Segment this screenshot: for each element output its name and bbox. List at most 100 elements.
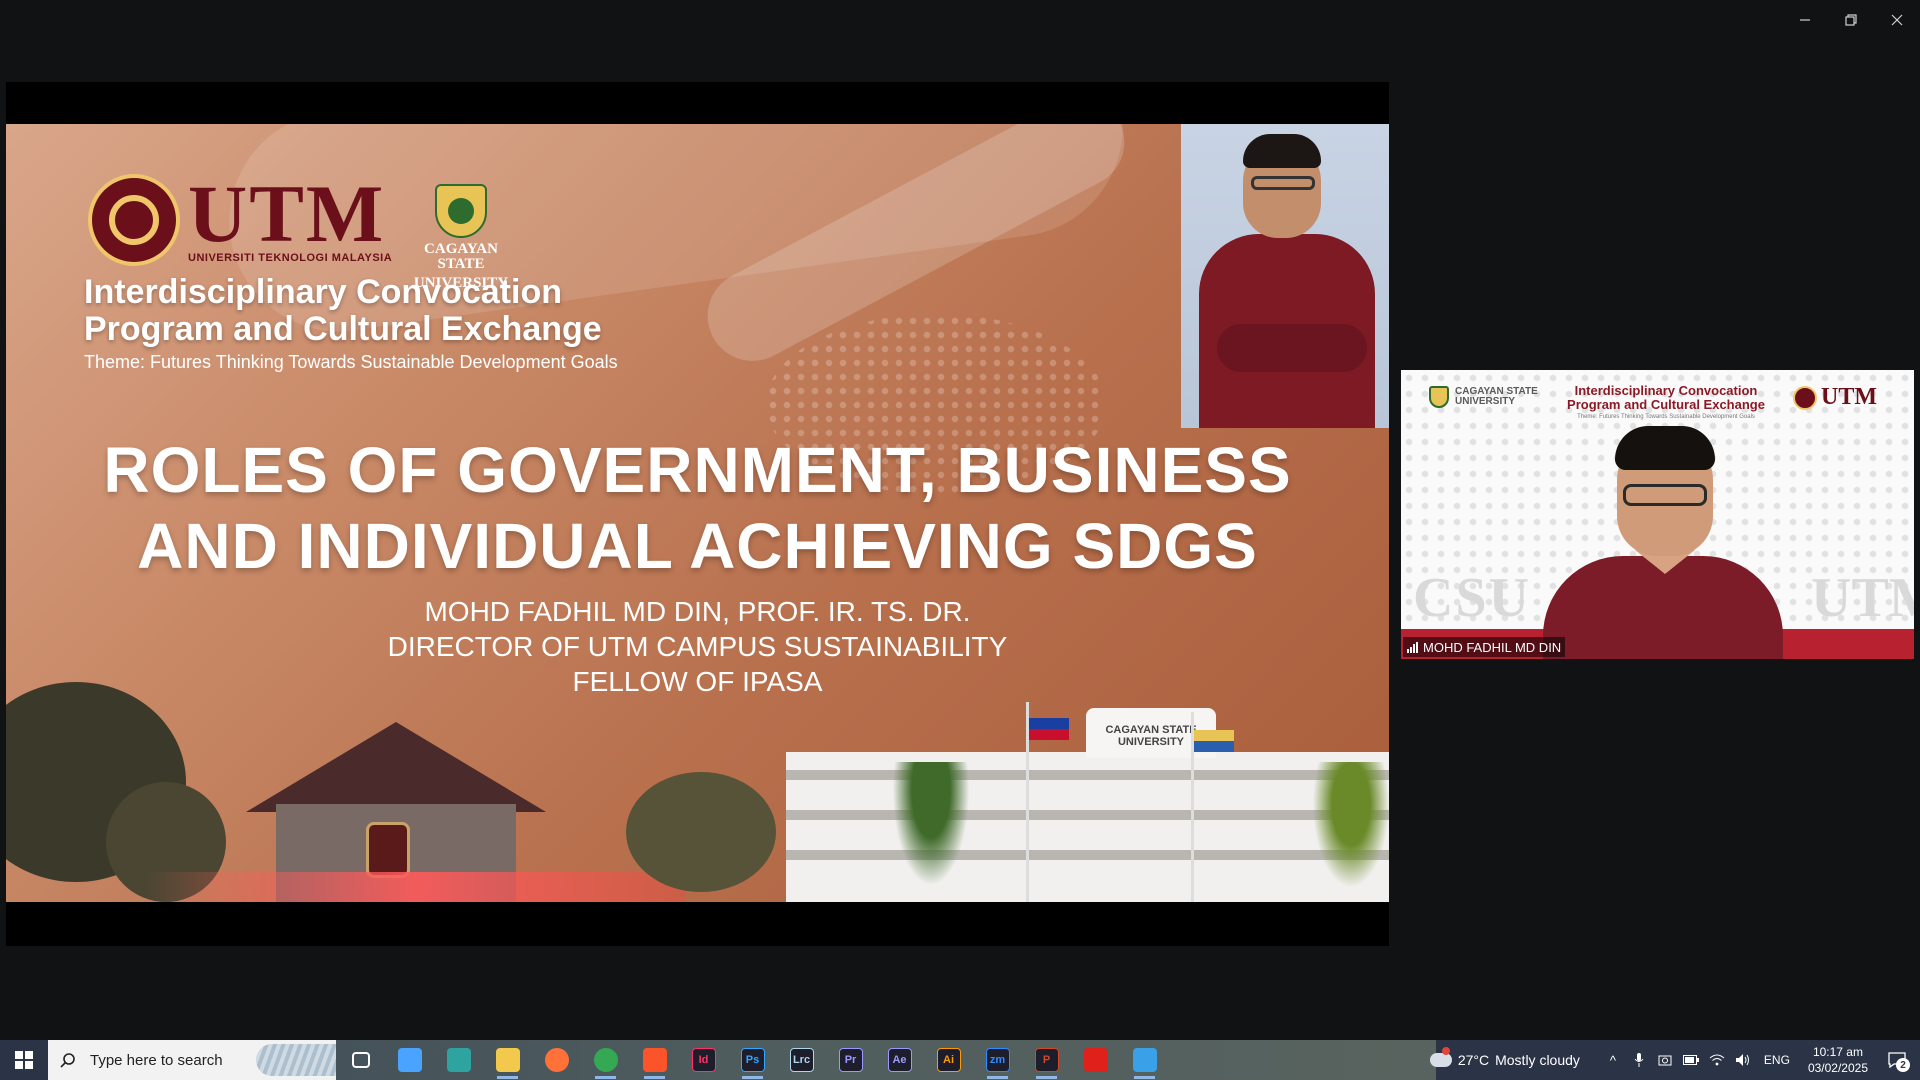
notification-count: 2 — [1896, 1058, 1910, 1072]
video-csu-line2: UNIVERSITY — [1455, 396, 1516, 407]
weather-widget[interactable]: 27°C Mostly cloudy — [1429, 1047, 1580, 1068]
university-flag — [1194, 730, 1234, 752]
indesign-icon: Id — [691, 1048, 716, 1072]
program-title: Interdisciplinary Convocation Program an… — [84, 274, 602, 348]
taskbar-app-photoshop[interactable]: Ps — [728, 1040, 777, 1080]
taskbar-app-firefox[interactable] — [532, 1040, 581, 1080]
start-button[interactable] — [0, 1040, 48, 1080]
close-icon — [1891, 14, 1903, 26]
taskbar-app-premiere-pro[interactable]: Pr — [826, 1040, 875, 1080]
firefox-icon — [544, 1048, 569, 1072]
volume-icon[interactable] — [1734, 1051, 1752, 1069]
photoshop-icon: Ps — [740, 1048, 765, 1072]
video-banner-subtitle: Theme: Futures Thinking Towards Sustaina… — [1577, 414, 1755, 420]
program-title-line1: Interdisciplinary Convocation — [84, 273, 562, 311]
shared-screen[interactable]: UTM UNIVERSITI TEKNOLOGI MALAYSIA CAGAYA… — [6, 82, 1389, 946]
utm-crest-icon — [1793, 385, 1817, 410]
clock-date: 03/02/2025 — [1807, 1061, 1868, 1075]
camera-icon[interactable] — [1656, 1051, 1674, 1069]
campus-buildings-image: CAGAYAN STATE UNIVERSITY — [6, 642, 1389, 902]
predator-sense-icon — [446, 1048, 471, 1072]
minimize-button[interactable] — [1782, 0, 1828, 40]
video-banner-title: Interdisciplinary Convocation Program an… — [1561, 384, 1771, 412]
search-highlight-image — [256, 1044, 336, 1076]
window-controls — [1782, 0, 1920, 40]
talk-title-line1: ROLES OF GOVERNMENT, BUSINESS — [103, 434, 1292, 506]
taskbar-app-predator-sense[interactable] — [434, 1040, 483, 1080]
notification-center-button[interactable]: 2 — [1882, 1045, 1912, 1075]
photos-icon — [1132, 1048, 1157, 1072]
speaker-photo — [1181, 124, 1389, 428]
system-tray: 27°C Mostly cloudy ^ ENG 10:17 am 03/02/… — [1429, 1040, 1920, 1080]
taskbar-app-powerpoint[interactable]: P — [1022, 1040, 1071, 1080]
video-title-line2: Program and Cultural Exchange — [1567, 397, 1765, 412]
watermark-right: UTM — [1811, 567, 1914, 629]
acrobat-icon — [1083, 1048, 1108, 1072]
task-view-icon — [351, 1052, 370, 1068]
taskbar-app-chrome[interactable] — [581, 1040, 630, 1080]
csu-building: CAGAYAN STATE UNIVERSITY — [786, 708, 1389, 902]
chrome-icon — [593, 1048, 618, 1072]
taskbar-app-task-view[interactable] — [336, 1040, 385, 1080]
video-title-line1: Interdisciplinary Convocation — [1574, 383, 1758, 398]
taskbar-apps: Id Ps Lrc Pr Ae Ai zm P — [336, 1040, 1169, 1080]
clock[interactable]: 10:17 am 03/02/2025 — [1808, 1044, 1868, 1076]
taskbar-app-file-explorer[interactable] — [483, 1040, 532, 1080]
participant-video[interactable]: CAGAYAN STATE UNIVERSITY Interdisciplina… — [1401, 370, 1914, 659]
weather-desc: Mostly cloudy — [1495, 1052, 1580, 1068]
zoom-icon: zm — [985, 1048, 1010, 1072]
participant-image — [1543, 426, 1783, 659]
taskbar-app-lightroom-classic[interactable]: Lrc — [777, 1040, 826, 1080]
search-placeholder: Type here to search — [90, 1051, 223, 1069]
signal-strength-icon — [1407, 641, 1418, 653]
clock-time: 10:17 am — [1812, 1045, 1863, 1059]
battery-icon[interactable] — [1682, 1051, 1700, 1069]
chevron-up-icon[interactable]: ^ — [1604, 1051, 1622, 1069]
after-effects-icon: Ae — [887, 1048, 912, 1072]
minimize-icon — [1800, 19, 1810, 21]
utm-crest-icon — [88, 174, 180, 266]
watermark-left: CSU — [1413, 567, 1532, 629]
csu-shield-icon — [1429, 386, 1449, 408]
taskbar-app-after-effects[interactable]: Ae — [875, 1040, 924, 1080]
utm-logo-subtext: UNIVERSITI TEKNOLOGI MALAYSIA — [188, 252, 393, 264]
restore-icon — [1845, 14, 1857, 26]
program-title-line2: Program and Cultural Exchange — [84, 310, 602, 348]
restore-button[interactable] — [1828, 0, 1874, 40]
video-csu-logo: CAGAYAN STATE UNIVERSITY — [1429, 386, 1538, 408]
philippine-flag — [1029, 718, 1069, 740]
talk-title: ROLES OF GOVERNMENT, BUSINESS AND INDIVI… — [6, 432, 1389, 584]
wifi-icon[interactable] — [1708, 1051, 1726, 1069]
taskbar-app-indesign[interactable]: Id — [679, 1040, 728, 1080]
participant-name: MOHD FADHIL MD DIN — [1423, 639, 1562, 655]
csu-logo-line1: CAGAYAN STATE — [424, 241, 498, 272]
copilot-icon — [397, 1048, 422, 1072]
microphone-icon[interactable] — [1630, 1051, 1648, 1069]
talk-title-line2: AND INDIVIDUAL ACHIEVING SDGS — [137, 510, 1258, 582]
illustrator-icon: Ai — [936, 1048, 961, 1072]
lightroom-classic-icon: Lrc — [789, 1048, 814, 1072]
utm-logo-text: UTM — [188, 168, 386, 259]
taskbar-search[interactable]: Type here to search — [48, 1040, 336, 1080]
taskbar: Type here to search Id Ps Lrc Pr Ae Ai zm P 27°… — [0, 1040, 1920, 1080]
language-indicator[interactable]: ENG — [1764, 1053, 1790, 1067]
taskbar-app-illustrator[interactable]: Ai — [924, 1040, 973, 1080]
weather-temp: 27°C — [1457, 1052, 1490, 1068]
search-icon — [60, 1053, 75, 1068]
program-theme: Theme: Futures Thinking Towards Sustaina… — [84, 352, 618, 372]
premiere-pro-icon: Pr — [838, 1048, 863, 1072]
taskbar-app-copilot[interactable] — [385, 1040, 434, 1080]
presentation-slide: UTM UNIVERSITI TEKNOLOGI MALAYSIA CAGAYA… — [6, 124, 1389, 902]
taskbar-app-brave[interactable] — [630, 1040, 679, 1080]
light-trails — [146, 872, 686, 902]
cloudy-weather-icon — [1429, 1047, 1452, 1067]
brave-icon — [642, 1048, 667, 1072]
video-utm-text: UTM — [1821, 384, 1877, 410]
taskbar-app-photos[interactable] — [1120, 1040, 1169, 1080]
file-explorer-icon — [495, 1048, 520, 1072]
close-button[interactable] — [1874, 0, 1920, 40]
taskbar-app-zoom[interactable]: zm — [973, 1040, 1022, 1080]
participant-name-tag: MOHD FADHIL MD DIN — [1403, 637, 1566, 657]
taskbar-app-acrobat[interactable] — [1071, 1040, 1120, 1080]
powerpoint-icon: P — [1034, 1048, 1059, 1072]
